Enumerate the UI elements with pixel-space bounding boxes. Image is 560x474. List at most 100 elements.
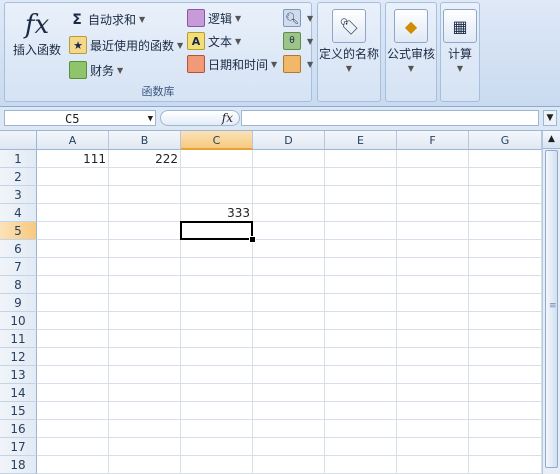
- cell-c6[interactable]: [181, 240, 253, 258]
- cell-d11[interactable]: [253, 330, 325, 348]
- cell-b10[interactable]: [109, 312, 181, 330]
- cell-a4[interactable]: [37, 204, 109, 222]
- cell-d3[interactable]: [253, 186, 325, 204]
- cell-g15[interactable]: [469, 402, 542, 420]
- cell-f12[interactable]: [397, 348, 469, 366]
- cell-e7[interactable]: [325, 258, 397, 276]
- cell-d9[interactable]: [253, 294, 325, 312]
- row-header-2[interactable]: 2: [0, 168, 37, 186]
- math-trig-button[interactable]: θ ▼: [283, 32, 313, 50]
- cell-g11[interactable]: [469, 330, 542, 348]
- column-header-f[interactable]: F: [397, 131, 469, 150]
- formula-input[interactable]: [241, 110, 539, 126]
- cell-f1[interactable]: [397, 150, 469, 168]
- row-header-7[interactable]: 7: [0, 258, 37, 276]
- cell-g12[interactable]: [469, 348, 542, 366]
- cell-c5[interactable]: [181, 222, 253, 240]
- defined-names-button[interactable]: 🏷︎ 定义的名称 ▼: [318, 9, 380, 73]
- cell-g14[interactable]: [469, 384, 542, 402]
- cell-a2[interactable]: [37, 168, 109, 186]
- cell-f14[interactable]: [397, 384, 469, 402]
- cell-a9[interactable]: [37, 294, 109, 312]
- cell-d7[interactable]: [253, 258, 325, 276]
- row-header-14[interactable]: 14: [0, 384, 37, 402]
- cell-e11[interactable]: [325, 330, 397, 348]
- cell-g4[interactable]: [469, 204, 542, 222]
- cell-c15[interactable]: [181, 402, 253, 420]
- cell-d15[interactable]: [253, 402, 325, 420]
- cell-b1[interactable]: 222: [109, 150, 181, 168]
- row-header-4[interactable]: 4: [0, 204, 37, 222]
- cell-g7[interactable]: [469, 258, 542, 276]
- fill-handle[interactable]: [249, 236, 256, 243]
- cell-g2[interactable]: [469, 168, 542, 186]
- recent-functions-button[interactable]: ★ 最近使用的函数 ▼: [69, 36, 183, 54]
- cell-e16[interactable]: [325, 420, 397, 438]
- cell-b4[interactable]: [109, 204, 181, 222]
- cell-c10[interactable]: [181, 312, 253, 330]
- cell-f5[interactable]: [397, 222, 469, 240]
- cell-g18[interactable]: [469, 456, 542, 474]
- cell-a8[interactable]: [37, 276, 109, 294]
- cell-f4[interactable]: [397, 204, 469, 222]
- cell-a5[interactable]: [37, 222, 109, 240]
- cell-a3[interactable]: [37, 186, 109, 204]
- calculation-button[interactable]: ▦ 计算 ▼: [441, 9, 479, 73]
- cell-c2[interactable]: [181, 168, 253, 186]
- cell-d2[interactable]: [253, 168, 325, 186]
- cell-b7[interactable]: [109, 258, 181, 276]
- cell-g1[interactable]: [469, 150, 542, 168]
- cell-f13[interactable]: [397, 366, 469, 384]
- cell-b14[interactable]: [109, 384, 181, 402]
- cell-c7[interactable]: [181, 258, 253, 276]
- cell-c8[interactable]: [181, 276, 253, 294]
- cell-a7[interactable]: [37, 258, 109, 276]
- cell-e17[interactable]: [325, 438, 397, 456]
- cell-e9[interactable]: [325, 294, 397, 312]
- cell-e13[interactable]: [325, 366, 397, 384]
- cell-c18[interactable]: [181, 456, 253, 474]
- cell-f10[interactable]: [397, 312, 469, 330]
- cell-f2[interactable]: [397, 168, 469, 186]
- cell-a18[interactable]: [37, 456, 109, 474]
- cell-b9[interactable]: [109, 294, 181, 312]
- cell-e10[interactable]: [325, 312, 397, 330]
- lookup-button[interactable]: 🔍︎ ▼: [283, 9, 313, 27]
- cell-c9[interactable]: [181, 294, 253, 312]
- cell-f3[interactable]: [397, 186, 469, 204]
- cell-e14[interactable]: [325, 384, 397, 402]
- cell-a11[interactable]: [37, 330, 109, 348]
- row-header-16[interactable]: 16: [0, 420, 37, 438]
- cell-e8[interactable]: [325, 276, 397, 294]
- vertical-scrollbar[interactable]: ▲ ≡: [542, 131, 560, 474]
- cell-c3[interactable]: [181, 186, 253, 204]
- cell-f11[interactable]: [397, 330, 469, 348]
- row-header-3[interactable]: 3: [0, 186, 37, 204]
- row-header-13[interactable]: 13: [0, 366, 37, 384]
- cell-f18[interactable]: [397, 456, 469, 474]
- row-header-6[interactable]: 6: [0, 240, 37, 258]
- cell-d1[interactable]: [253, 150, 325, 168]
- scroll-up-icon[interactable]: ▲: [543, 131, 560, 149]
- row-header-10[interactable]: 10: [0, 312, 37, 330]
- row-header-18[interactable]: 18: [0, 456, 37, 474]
- cell-c1[interactable]: [181, 150, 253, 168]
- cell-e5[interactable]: [325, 222, 397, 240]
- cell-g8[interactable]: [469, 276, 542, 294]
- column-header-c[interactable]: C: [181, 131, 253, 150]
- more-functions-button[interactable]: ▼: [283, 55, 313, 73]
- financial-button[interactable]: 财务 ▼: [69, 61, 123, 79]
- cell-g9[interactable]: [469, 294, 542, 312]
- insert-function-button[interactable]: fx 插入函数: [13, 9, 61, 58]
- cell-d8[interactable]: [253, 276, 325, 294]
- cell-d17[interactable]: [253, 438, 325, 456]
- row-header-12[interactable]: 12: [0, 348, 37, 366]
- insert-function-fx-button[interactable]: fx: [160, 110, 240, 126]
- cell-a15[interactable]: [37, 402, 109, 420]
- cell-e3[interactable]: [325, 186, 397, 204]
- row-header-8[interactable]: 8: [0, 276, 37, 294]
- cell-f15[interactable]: [397, 402, 469, 420]
- cell-d4[interactable]: [253, 204, 325, 222]
- row-header-15[interactable]: 15: [0, 402, 37, 420]
- cell-f17[interactable]: [397, 438, 469, 456]
